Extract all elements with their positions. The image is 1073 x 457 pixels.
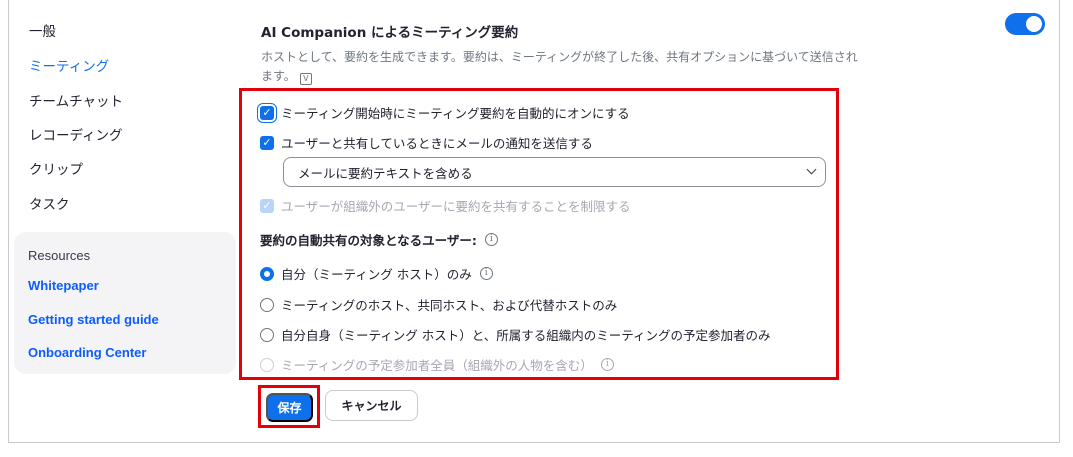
chevron-down-icon: [806, 164, 817, 175]
email-notify-option[interactable]: ✓ ユーザーと共有しているときにメールの通知を送信する: [260, 133, 593, 152]
email-content-select[interactable]: メールに要約テキストを含める: [283, 157, 826, 187]
sidebar-item-recording[interactable]: レコーディング: [29, 124, 123, 144]
setting-description: ホストとして、要約を生成できます。要約は、ミーティングが終了した後、共有オプショ…: [261, 48, 911, 86]
restrict-external-label: ユーザーが組織外のユーザーに要約を共有することを制限する: [281, 199, 631, 214]
share-choice-all: ミーティングの予定参加者全員（組織外の人物を含む） i: [260, 355, 614, 374]
share-choice-label: ミーティングのホスト、共同ホスト、および代替ホストのみ: [281, 298, 618, 313]
radio-host-only[interactable]: [260, 266, 274, 281]
info-icon[interactable]: i: [484, 233, 498, 246]
auto-on-label: ミーティング開始時にミーティング要約を自動的にオンにする: [281, 106, 630, 121]
setting-title: AI Companion によるミーティング要約: [261, 25, 519, 41]
info-icon[interactable]: i: [600, 358, 614, 371]
share-choice-label: 自分（ミーティング ホスト）のみ: [281, 267, 472, 282]
save-button[interactable]: 保存: [266, 393, 313, 422]
share-choice-label: 自分自身（ミーティング ホスト）と、所属する組織内のミーティングの予定参加者のみ: [281, 328, 771, 343]
resources-title: Resources: [28, 248, 91, 263]
sidebar-item-team-chat[interactable]: チームチャット: [29, 90, 123, 110]
sidebar-item-tasks[interactable]: タスク: [29, 193, 70, 213]
auto-on-option[interactable]: ✓ ミーティング開始時にミーティング要約を自動的にオンにする: [260, 103, 630, 122]
restrict-external-option: ✓ ユーザーが組織外のユーザーに要約を共有することを制限する: [260, 196, 631, 215]
onboarding-center-link[interactable]: Onboarding Center: [28, 345, 146, 360]
email-notify-label: ユーザーと共有しているときにメールの通知を送信する: [281, 136, 593, 151]
sidebar-item-general[interactable]: 一般: [29, 20, 56, 40]
share-choice-host-only[interactable]: 自分（ミーティング ホスト）のみ i: [260, 264, 493, 283]
v-badge-icon[interactable]: V: [299, 73, 312, 85]
description-text-line2: ます。: [261, 69, 296, 83]
auto-on-checkbox[interactable]: ✓: [260, 105, 274, 120]
radio-hosts[interactable]: [260, 297, 274, 312]
share-targets-heading-text: 要約の自動共有の対象となるユーザー:: [260, 233, 477, 248]
ai-summary-toggle[interactable]: [1005, 13, 1045, 35]
share-choice-hosts[interactable]: ミーティングのホスト、共同ホスト、および代替ホストのみ: [260, 295, 617, 314]
email-content-value: メールに要約テキストを含める: [298, 165, 473, 181]
radio-internal[interactable]: [260, 327, 274, 342]
email-notify-checkbox[interactable]: ✓: [260, 135, 274, 150]
info-icon[interactable]: i: [479, 267, 493, 280]
cancel-button[interactable]: キャンセル: [325, 390, 418, 421]
getting-started-link[interactable]: Getting started guide: [28, 312, 159, 327]
share-choice-internal[interactable]: 自分自身（ミーティング ホスト）と、所属する組織内のミーティングの予定参加者のみ: [260, 325, 770, 344]
sidebar-item-meeting[interactable]: ミーティング: [29, 55, 109, 75]
description-text: ホストとして、要約を生成できます。要約は、ミーティングが終了した後、共有オプショ…: [261, 50, 858, 64]
share-choice-label: ミーティングの予定参加者全員（組織外の人物を含む）: [281, 358, 593, 373]
resources-card: Resources Whitepaper Getting started gui…: [14, 232, 236, 374]
radio-all: [260, 357, 274, 372]
restrict-external-checkbox: ✓: [260, 198, 274, 213]
whitepaper-link[interactable]: Whitepaper: [28, 278, 99, 293]
sidebar-item-clips[interactable]: クリップ: [29, 158, 83, 178]
share-targets-heading: 要約の自動共有の対象となるユーザー: i: [260, 230, 498, 249]
